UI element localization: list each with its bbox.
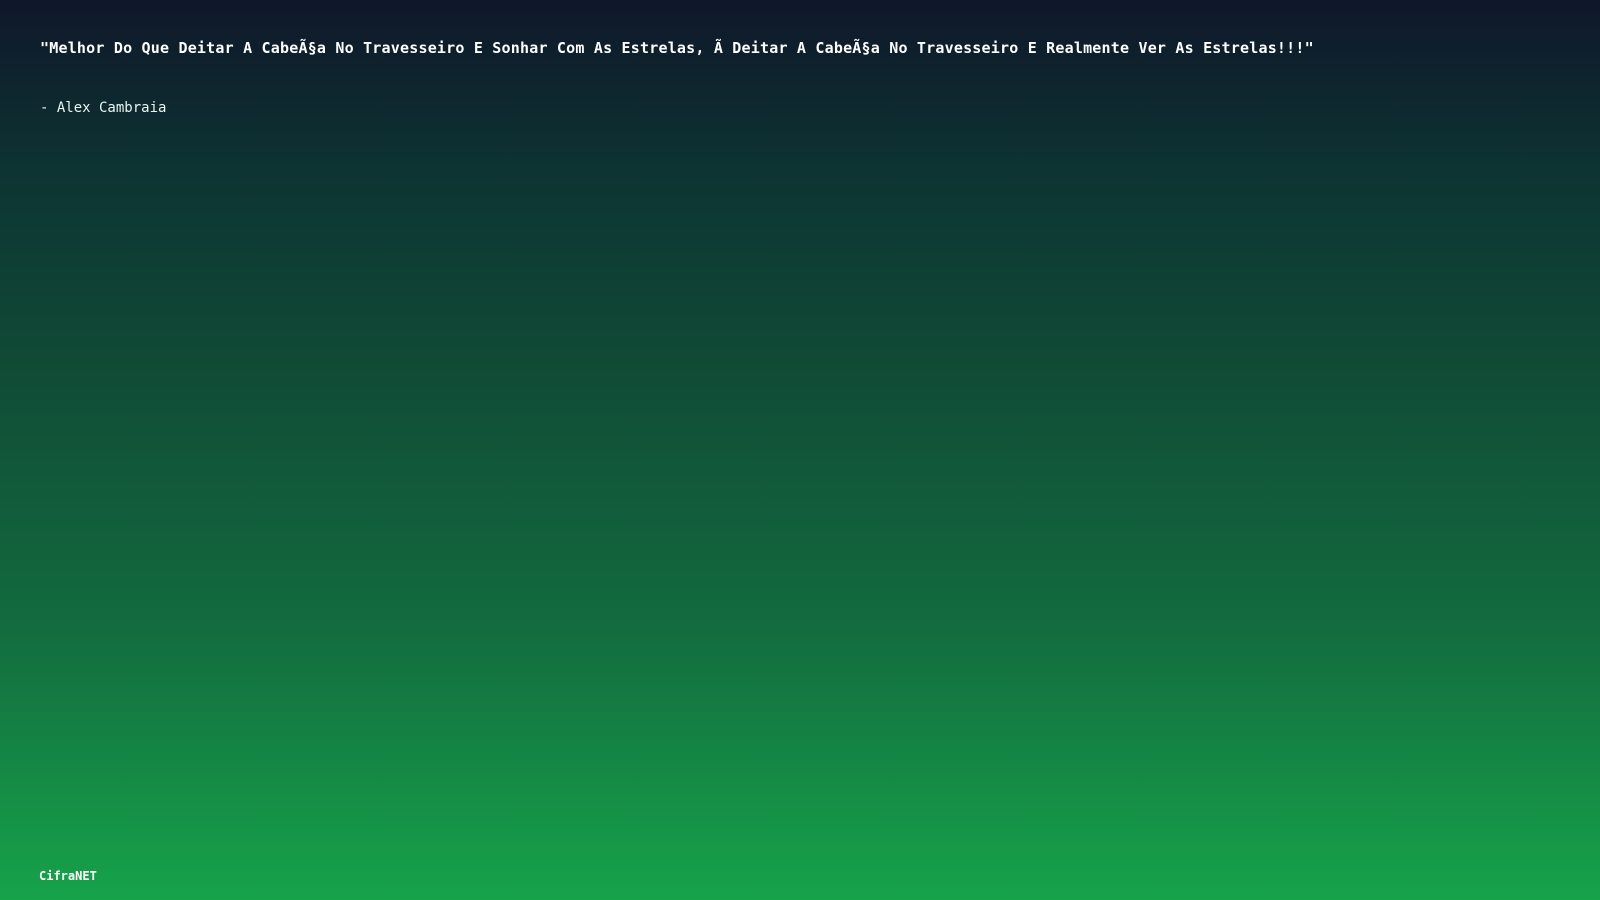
quote-text: "Melhor Do Que Deitar A CabeÃ§a No Trave… (40, 39, 1314, 57)
brand-logo-text: CifraNET (39, 869, 97, 883)
quote-author: - Alex Cambraia (40, 100, 167, 116)
quote-page: { "quote": { "text": "\"Melhor Do Que De… (0, 0, 1600, 900)
